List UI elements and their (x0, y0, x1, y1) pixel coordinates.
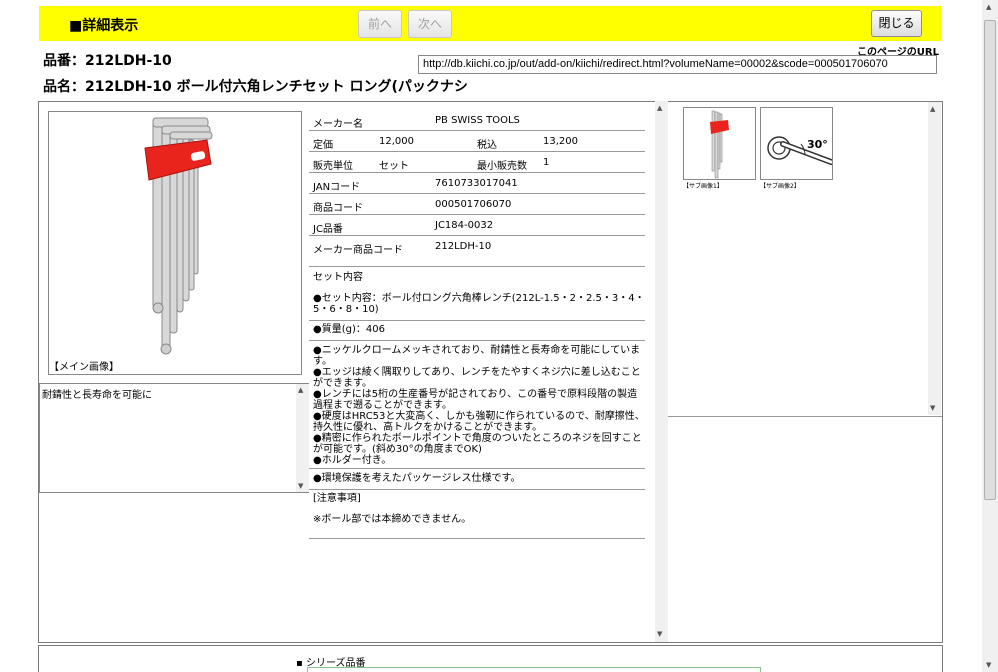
product-name-value: 212LDH-10 ボール付六角レンチセット ロング(パックナシ (85, 79, 468, 95)
item-code-label: 商品コード (313, 203, 363, 214)
scroll-down-icon[interactable]: ▼ (986, 661, 991, 669)
series-table (307, 667, 761, 672)
sub-image-2[interactable]: 30° (760, 107, 834, 180)
scroll-up-icon[interactable]: ▲ (930, 105, 935, 113)
note-textbox[interactable]: 耐錆性と長寿命を可能に ▲ ▼ (39, 383, 309, 493)
set-contents-text: ●セット内容：ボール付ロング六角棒レンチ(212L-1.5・2・2.5・3・4・… (313, 293, 645, 315)
feature-line: ●エッジは綾く隅取りしてあり、レンチをたやすくネジ穴に差し込むことができます。 (313, 367, 641, 389)
price-label: 定価 (313, 140, 333, 151)
maker-code-label: メーカー商品コード (313, 245, 403, 256)
eco-block: ●環境保護を考えたパッケージレス仕様です。 (309, 473, 645, 490)
unit-value: セット (379, 161, 409, 172)
feature-line: ●ニッケルクロームメッキされており、耐錆性と長寿命を可能にしています。 (313, 345, 641, 367)
set-contents-block: セット内容 ●セット内容：ボール付ロング六角棒レンチ(212L-1.5・2・2.… (309, 272, 645, 321)
spec-row-item-code: 商品コード 000501706070 (309, 194, 645, 215)
spec-row-price: 定価 12,000 税込 13,200 (309, 131, 645, 152)
jc-value: JC184-0032 (435, 220, 494, 231)
angle-diagram-image: 30° (767, 136, 834, 165)
unit-label: 販売単位 (313, 161, 353, 172)
feature-line: ●精密に作られたボールポイントで角度のついたところのネジを回すことが可能です。(… (313, 433, 642, 455)
page-title: ■詳細表示 (69, 18, 139, 34)
weight-text: ●質量(g)：406 (313, 324, 385, 335)
eco-text: ●環境保護を考えたパッケージレス仕様です。 (313, 473, 521, 484)
jan-label: JANコード (313, 182, 361, 193)
angle-label: 30° (807, 138, 828, 151)
jan-value: 7610733017041 (435, 178, 518, 189)
sub-image-pane: 【サブ画像1】 30° 【サブ画像2】 ▲ ▼ (668, 101, 942, 417)
note-text: 耐錆性と長寿命を可能に (42, 390, 152, 401)
jc-label: JC品番 (313, 224, 343, 235)
maker-label: メーカー名 (313, 119, 363, 130)
spec-row-maker-code: メーカー商品コード 212LDH-10 (309, 236, 645, 267)
feature-line: ●ホルダー付き。 (313, 455, 392, 466)
product-name-label: 品名： (43, 79, 85, 95)
spec-scrollbar[interactable]: ▲ ▼ (655, 101, 668, 642)
sub-image-1[interactable] (683, 107, 756, 180)
header-bar: ■詳細表示 前へ 次へ 閉じる (39, 6, 941, 41)
feature-line: ●硬度はHRC53と大変高く、しかも強靭に作られているので、耐摩擦性、持久性に優… (313, 411, 645, 433)
tax-value: 13,200 (543, 136, 578, 147)
scroll-down-icon[interactable]: ▼ (298, 482, 303, 490)
scroll-down-icon[interactable]: ▼ (930, 404, 935, 412)
page-url-field[interactable]: http://db.kiichi.co.jp/out/add-on/kiichi… (418, 55, 937, 74)
item-code-value: 000501706070 (435, 199, 512, 210)
feature-line: ●レンチには5桁の生産番号が記されており、この番号で原料段階の製造過程まで遡るこ… (313, 389, 638, 411)
caution-text: ※ボール部では本締めできません。 (313, 514, 472, 525)
caution-block: [注意事項] ※ボール部では本締めできません。 (309, 493, 645, 539)
page-scroll-thumb[interactable] (984, 20, 996, 500)
tax-label: 税込 (477, 140, 497, 151)
hex-wrench-set-image (144, 117, 213, 355)
next-button[interactable]: 次へ (408, 10, 452, 38)
close-button[interactable]: 閉じる (871, 10, 922, 37)
scroll-up-icon[interactable]: ▲ (657, 104, 662, 112)
spec-row-maker: メーカー名 PB SWISS TOOLS (309, 110, 645, 131)
product-code-value: 212LDH-10 (85, 53, 172, 69)
caution-title: [注意事項] (313, 493, 361, 504)
maker-code-value: 212LDH-10 (435, 241, 492, 252)
weight-block: ●質量(g)：406 (309, 324, 645, 341)
product-code: 品番：212LDH-10 (43, 50, 172, 70)
product-code-label: 品番： (43, 53, 85, 69)
set-contents-title: セット内容 (313, 272, 363, 283)
scroll-up-icon[interactable]: ▲ (986, 3, 991, 11)
sub-image-1-caption: 【サブ画像1】 (683, 183, 723, 190)
price-value: 12,000 (379, 136, 414, 147)
sub-image-2-caption: 【サブ画像2】 (760, 183, 800, 190)
features-block: ●ニッケルクロームメッキされており、耐錆性と長寿命を可能にしています。 ●エッジ… (309, 345, 645, 469)
scroll-up-icon[interactable]: ▲ (298, 386, 303, 394)
scroll-down-icon[interactable]: ▼ (657, 630, 662, 638)
min-label: 最小販売数 (477, 161, 527, 172)
sub-image-scrollbar[interactable]: ▲ ▼ (928, 102, 941, 415)
main-image-caption: 【メイン画像】 (49, 362, 119, 373)
main-image[interactable]: 【メイン画像】 (48, 111, 302, 375)
min-value: 1 (543, 157, 550, 168)
prev-button[interactable]: 前へ (358, 10, 402, 38)
product-name: 品名：212LDH-10 ボール付六角レンチセット ロング(パックナシ (43, 76, 468, 96)
wrench-thumb-image (710, 110, 729, 179)
note-scrollbar[interactable]: ▲ ▼ (296, 384, 309, 492)
spec-row-jc: JC品番 JC184-0032 (309, 215, 645, 236)
spec-row-jan: JANコード 7610733017041 (309, 173, 645, 194)
maker-value: PB SWISS TOOLS (435, 115, 520, 126)
spec-row-unit: 販売単位 セット 最小販売数 1 (309, 152, 645, 173)
